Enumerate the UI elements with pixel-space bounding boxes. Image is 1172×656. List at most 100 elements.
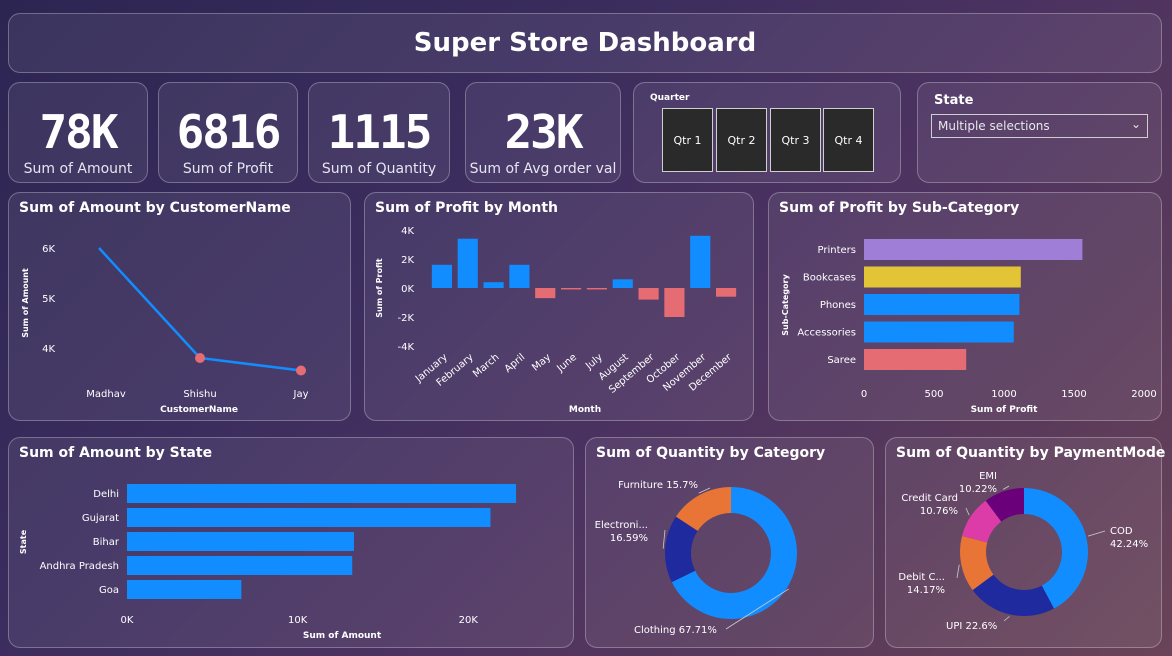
y-tick-label: Saree <box>827 355 856 366</box>
bar <box>716 288 737 297</box>
x-tick-label: 500 <box>924 389 943 400</box>
chart-profit-by-month[interactable]: Sum of Profit by Month -4K -2K 0K 2K 4K Janua… <box>364 192 754 421</box>
leader-line <box>1003 616 1010 622</box>
state-dropdown-value: Multiple selections <box>938 119 1050 133</box>
y-tick-label: -2K <box>397 313 414 324</box>
bar <box>457 238 478 288</box>
bar <box>127 508 491 527</box>
data-label: UPI 22.6% <box>946 621 997 632</box>
kpi-card-profit[interactable]: 6816 Sum of Profit <box>158 82 298 183</box>
quarter-button-q1[interactable]: Qtr 1 <box>662 108 713 172</box>
data-label: 10.76% <box>920 506 958 517</box>
kpi-label: Sum of Profit <box>182 161 274 177</box>
data-label: COD <box>1110 526 1133 537</box>
bar <box>586 288 607 290</box>
bar <box>664 288 685 317</box>
y-axis-title: Sum of Amount <box>21 268 30 338</box>
x-tick-label: Madhav <box>86 389 126 400</box>
bar <box>864 266 1021 288</box>
leader-line <box>662 529 666 549</box>
bar <box>612 279 633 288</box>
kpi-card-avg-order[interactable]: 23K Sum of Avg order val <box>465 82 621 183</box>
y-tick-label: 5K <box>42 294 55 305</box>
y-tick-label: Bihar <box>93 537 120 548</box>
bar <box>864 349 967 370</box>
y-tick-label: -4K <box>397 342 414 353</box>
kpi-value: 1115 <box>327 105 433 159</box>
data-point <box>195 353 205 363</box>
dashboard-title: Super Store Dashboard <box>413 28 757 58</box>
leader-line <box>1002 485 1010 490</box>
x-tick-label: 1000 <box>991 389 1016 400</box>
donut-chart-svg: COD 42.24% UPI 22.6% Debit C... 14.17% Credit… <box>898 471 1148 632</box>
kpi-value: 6816 <box>176 105 282 159</box>
data-label: EMI <box>979 471 997 482</box>
x-tick-label: March <box>471 352 501 380</box>
bar <box>561 288 582 290</box>
quarter-button-q3[interactable]: Qtr 3 <box>770 108 821 172</box>
quarter-button-q4[interactable]: Qtr 4 <box>823 108 874 172</box>
state-slicer-header: State <box>934 93 974 108</box>
chart-quantity-by-payment[interactable]: Sum of Quantity by PaymentMode COD 42.24%… <box>885 437 1165 648</box>
chevron-down-icon[interactable]: ⌄ <box>1131 117 1141 131</box>
chart-profit-by-subcategory[interactable]: Sum of Profit by Sub-Category Printers Bo… <box>768 192 1162 421</box>
y-tick-label: 6K <box>42 244 55 255</box>
data-label: Electroni... <box>595 520 648 531</box>
y-tick-label: Printers <box>818 245 856 256</box>
state-dropdown[interactable]: Multiple selections ⌄ <box>931 114 1148 138</box>
bar <box>431 264 452 288</box>
leader-line <box>965 507 970 516</box>
quarter-button-q2[interactable]: Qtr 2 <box>716 108 767 172</box>
bar <box>864 321 1014 343</box>
y-tick-label: Goa <box>99 585 119 596</box>
hbar-chart-svg: Delhi Gujarat Bihar Andhra Pradesh Goa 0K 10K 2… <box>19 484 517 641</box>
kpi-label: Sum of Quantity <box>321 161 437 177</box>
bar <box>127 556 353 575</box>
kpi-label: Sum of Avg order val <box>469 161 617 177</box>
hbar-chart-svg: Printers Bookcases Phones Accessories Saree 0… <box>781 239 1157 415</box>
bar <box>127 484 517 503</box>
state-slicer: State Multiple selections ⌄ <box>917 82 1162 183</box>
line-chart-svg: 4K 5K 6K Madhav Shishu Jay CustomerName Sum of … <box>21 244 309 415</box>
x-tick-label: 0 <box>861 389 867 400</box>
bar <box>864 239 1083 260</box>
y-axis-title: State <box>19 529 28 554</box>
kpi-value: 78K <box>39 105 118 159</box>
x-tick-label: May <box>530 352 553 374</box>
x-tick-label: 2000 <box>1131 389 1156 400</box>
x-tick-label: 10K <box>288 615 308 626</box>
chart-quantity-by-category[interactable]: Sum of Quantity by Category Clothing 67.… <box>585 437 874 648</box>
quarter-slicer: Quarter Qtr 1 Qtr 2 Qtr 3 Qtr 4 <box>633 82 901 183</box>
chart-amount-by-state[interactable]: Sum of Amount by State Delhi Gujarat Bihar… <box>8 437 574 648</box>
x-tick-label: 1500 <box>1061 389 1086 400</box>
data-label: 10.22% <box>959 484 997 495</box>
kpi-card-quantity[interactable]: 1115 Sum of Quantity <box>308 82 450 183</box>
bar-chart-svg: -4K-2K0K2K4KJanuaryFebruaryMarch April May… <box>375 226 737 415</box>
x-tick-label: 0K <box>121 615 134 626</box>
y-tick-label: 2K <box>401 255 414 266</box>
quarter-slicer-header: Quarter <box>650 93 690 103</box>
y-tick-label: Accessories <box>797 328 856 339</box>
bar <box>638 288 659 300</box>
data-label: 14.17% <box>907 585 945 596</box>
y-tick-label: 4K <box>401 226 414 237</box>
leader-line <box>956 564 960 579</box>
y-tick-label: Phones <box>820 300 856 311</box>
x-axis-title: Sum of Amount <box>303 631 382 641</box>
data-label: Clothing 67.71% <box>634 625 717 636</box>
data-point <box>296 365 306 376</box>
bar <box>535 288 556 299</box>
x-tick-label: June <box>554 352 579 375</box>
data-label: Credit Card <box>901 493 958 504</box>
series-line <box>98 247 302 372</box>
kpi-label: Sum of Amount <box>23 161 133 177</box>
y-tick-label: 0K <box>401 284 414 295</box>
y-axis-title: Sum of Profit <box>375 258 384 318</box>
leader-line <box>1087 530 1106 537</box>
y-tick-label: Andhra Pradesh <box>40 561 119 572</box>
x-axis-title: Sum of Profit <box>971 405 1039 415</box>
x-axis-title: CustomerName <box>160 405 238 415</box>
data-label: Debit C... <box>898 572 945 583</box>
chart-amount-by-customer[interactable]: Sum of Amount by CustomerName 4K 5K 6K Madh… <box>8 192 351 421</box>
kpi-card-amount[interactable]: 78K Sum of Amount <box>8 82 148 183</box>
